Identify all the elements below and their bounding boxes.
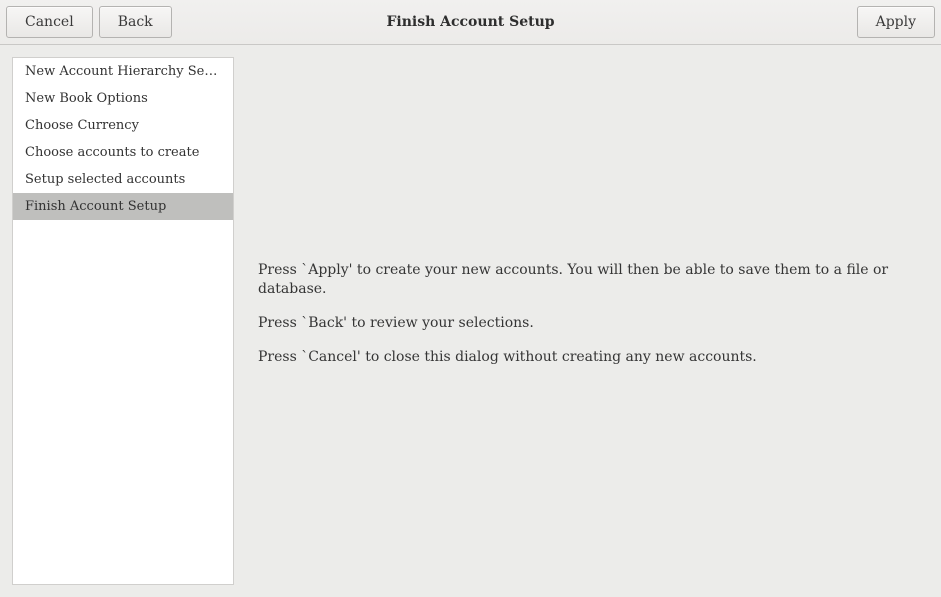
content-paragraph: Press `Cancel' to close this dialog with… — [258, 348, 917, 368]
content-paragraph: Press `Back' to review your selections. — [258, 314, 917, 334]
content-paragraph: Press `Apply' to create your new account… — [258, 261, 917, 300]
step-item-finish-account-setup[interactable]: Finish Account Setup — [13, 193, 233, 220]
content-pane: Press `Apply' to create your new account… — [234, 57, 941, 585]
step-item-choose-currency[interactable]: Choose Currency — [13, 112, 233, 139]
step-item-new-book-options[interactable]: New Book Options — [13, 85, 233, 112]
back-button[interactable]: Back — [99, 6, 172, 38]
cancel-button[interactable]: Cancel — [6, 6, 93, 38]
step-item-new-account-hierarchy[interactable]: New Account Hierarchy Setup — [13, 58, 233, 85]
header-left-group: Cancel Back — [6, 6, 172, 38]
step-item-choose-accounts[interactable]: Choose accounts to create — [13, 139, 233, 166]
steps-sidebar: New Account Hierarchy Setup New Book Opt… — [12, 57, 234, 585]
header-right-group: Apply — [857, 6, 935, 38]
body-area: New Account Hierarchy Setup New Book Opt… — [0, 45, 941, 597]
apply-button[interactable]: Apply — [857, 6, 935, 38]
assistant-window: Cancel Back Finish Account Setup Apply N… — [0, 0, 941, 597]
step-item-setup-selected-accounts[interactable]: Setup selected accounts — [13, 166, 233, 193]
content-text: Press `Apply' to create your new account… — [258, 261, 917, 381]
header-bar: Cancel Back Finish Account Setup Apply — [0, 0, 941, 45]
